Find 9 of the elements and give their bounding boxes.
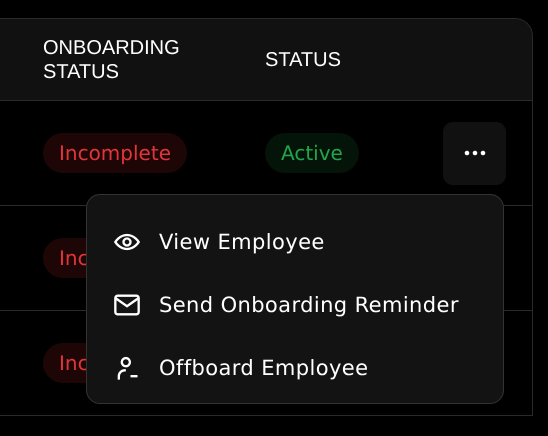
more-button[interactable] [443,122,506,184]
menu-item[interactable]: View Employee [113,210,503,273]
status-badge: Active [265,133,359,173]
status-badge: Incomplete [43,133,187,173]
more-icon [464,150,486,156]
menu-item[interactable]: Offboard Employee [113,336,503,399]
column-header: ONBOARDING STATUS [43,36,181,84]
menu-item[interactable]: Send Onboarding Reminder [113,273,503,336]
column-header: STATUS [265,48,342,72]
